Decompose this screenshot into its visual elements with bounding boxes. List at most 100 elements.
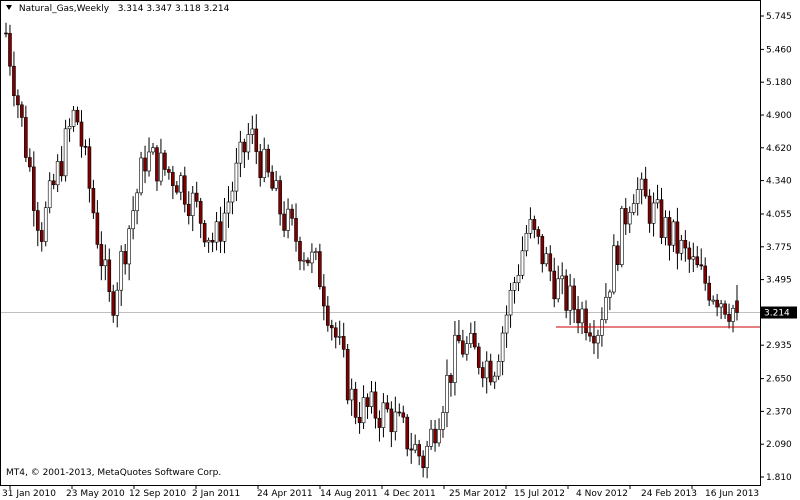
x-tick-label: 24 Apr 2011 xyxy=(257,489,313,499)
x-tick-label: 12 Sep 2010 xyxy=(129,489,186,499)
bull-candle xyxy=(691,256,696,260)
bull-candle xyxy=(274,180,278,189)
bear-candle xyxy=(401,412,406,418)
bull-candle xyxy=(67,126,72,130)
bull-candle xyxy=(337,336,342,338)
bull-candle xyxy=(369,391,374,407)
bull-candle xyxy=(627,212,632,225)
bear-candle xyxy=(270,171,274,189)
bull-candle xyxy=(600,319,604,336)
copyright-text: MT4, © 2001-2013, MetaQuotes Software Co… xyxy=(6,468,222,478)
bear-candle xyxy=(616,245,620,265)
bull-candle xyxy=(651,202,656,224)
y-tick-label: 5.460 xyxy=(766,45,792,55)
bull-candle xyxy=(663,217,668,238)
bear-candle xyxy=(111,291,116,316)
bull-candle xyxy=(314,251,318,253)
bull-candle xyxy=(560,275,564,280)
bull-candle xyxy=(608,291,612,298)
x-tick-label: 24 Feb 2013 xyxy=(641,489,697,499)
bear-candle xyxy=(623,208,628,225)
bull-candle xyxy=(484,360,489,379)
bull-candle xyxy=(604,296,608,321)
bear-candle xyxy=(87,146,92,189)
bear-candle xyxy=(480,367,485,379)
bull-candle xyxy=(437,429,441,444)
bull-candle xyxy=(528,219,533,234)
bull-candle xyxy=(453,334,457,383)
bear-candle xyxy=(552,270,557,300)
bear-candle xyxy=(294,218,298,242)
bear-candle xyxy=(572,285,576,310)
x-tick-label: 2 Jan 2011 xyxy=(192,489,240,499)
bear-candle xyxy=(461,340,465,355)
dropdown-triangle-icon[interactable] xyxy=(6,5,12,10)
y-tick-label: 2.935 xyxy=(766,341,792,351)
bear-candle xyxy=(385,402,390,410)
bull-candle xyxy=(413,444,418,451)
bull-candle xyxy=(631,203,636,213)
bear-candle xyxy=(123,251,127,265)
bear-candle xyxy=(24,117,28,158)
bear-candle xyxy=(59,161,64,177)
bear-candle xyxy=(194,192,199,202)
bear-candle xyxy=(405,416,410,450)
bull-candle xyxy=(55,161,60,186)
bear-candle xyxy=(377,417,382,428)
bull-candle xyxy=(47,180,52,209)
bull-candle xyxy=(63,128,68,177)
bear-candle xyxy=(667,217,672,246)
bull-candle xyxy=(512,282,517,291)
y-tick-label: 2.650 xyxy=(766,375,792,385)
bull-candle xyxy=(500,332,505,362)
bear-candle xyxy=(325,305,330,326)
bull-candle xyxy=(516,274,521,284)
bear-candle xyxy=(4,32,8,35)
bull-candle xyxy=(679,240,684,254)
bear-candle xyxy=(218,221,223,242)
bull-candle xyxy=(639,178,644,190)
bear-candle xyxy=(28,157,32,168)
bull-candle xyxy=(151,147,155,153)
bear-candle xyxy=(472,333,477,348)
bear-candle xyxy=(715,299,719,308)
bear-candle xyxy=(39,230,44,242)
bear-candle xyxy=(727,313,731,322)
bear-candle xyxy=(659,199,664,238)
bear-candle xyxy=(266,148,271,173)
bull-candle xyxy=(425,445,429,468)
bull-candle xyxy=(234,162,239,192)
bear-candle xyxy=(75,109,80,123)
bull-candle xyxy=(349,388,354,401)
bear-candle xyxy=(91,188,96,214)
bear-candle xyxy=(723,303,727,315)
bear-candle xyxy=(83,145,88,148)
x-tick-label: 14 Aug 2011 xyxy=(320,489,378,499)
bear-candle xyxy=(476,346,481,368)
bear-candle xyxy=(175,185,179,193)
bear-candle xyxy=(409,448,414,451)
ohlc-values: 3.314 3.347 3.118 3.214 xyxy=(117,4,230,14)
y-tick-label: 5.745 xyxy=(766,12,792,22)
bull-candle xyxy=(719,303,723,308)
bear-candle xyxy=(341,336,346,350)
bear-candle xyxy=(16,95,20,106)
bear-candle xyxy=(306,259,310,264)
bear-candle xyxy=(373,391,378,419)
y-tick-label: 2.090 xyxy=(766,440,792,450)
current-price-label: 3.214 xyxy=(764,309,790,319)
x-tick-label: 16 Jun 2013 xyxy=(705,489,759,499)
bull-candle xyxy=(127,228,131,265)
bear-candle xyxy=(592,335,596,344)
bear-candle xyxy=(417,444,421,457)
bull-candle xyxy=(612,245,616,293)
bear-candle xyxy=(389,408,394,433)
chart-header[interactable]: Natural_Gas,Weekly 3.314 3.347 3.118 3.2… xyxy=(6,4,229,14)
bull-candle xyxy=(286,208,290,231)
bull-candle xyxy=(230,190,235,203)
bull-candle xyxy=(393,411,398,433)
bull-candle xyxy=(214,221,219,243)
y-tick-label: 4.055 xyxy=(766,210,792,220)
bear-candle xyxy=(186,203,191,216)
bear-candle xyxy=(357,417,362,424)
